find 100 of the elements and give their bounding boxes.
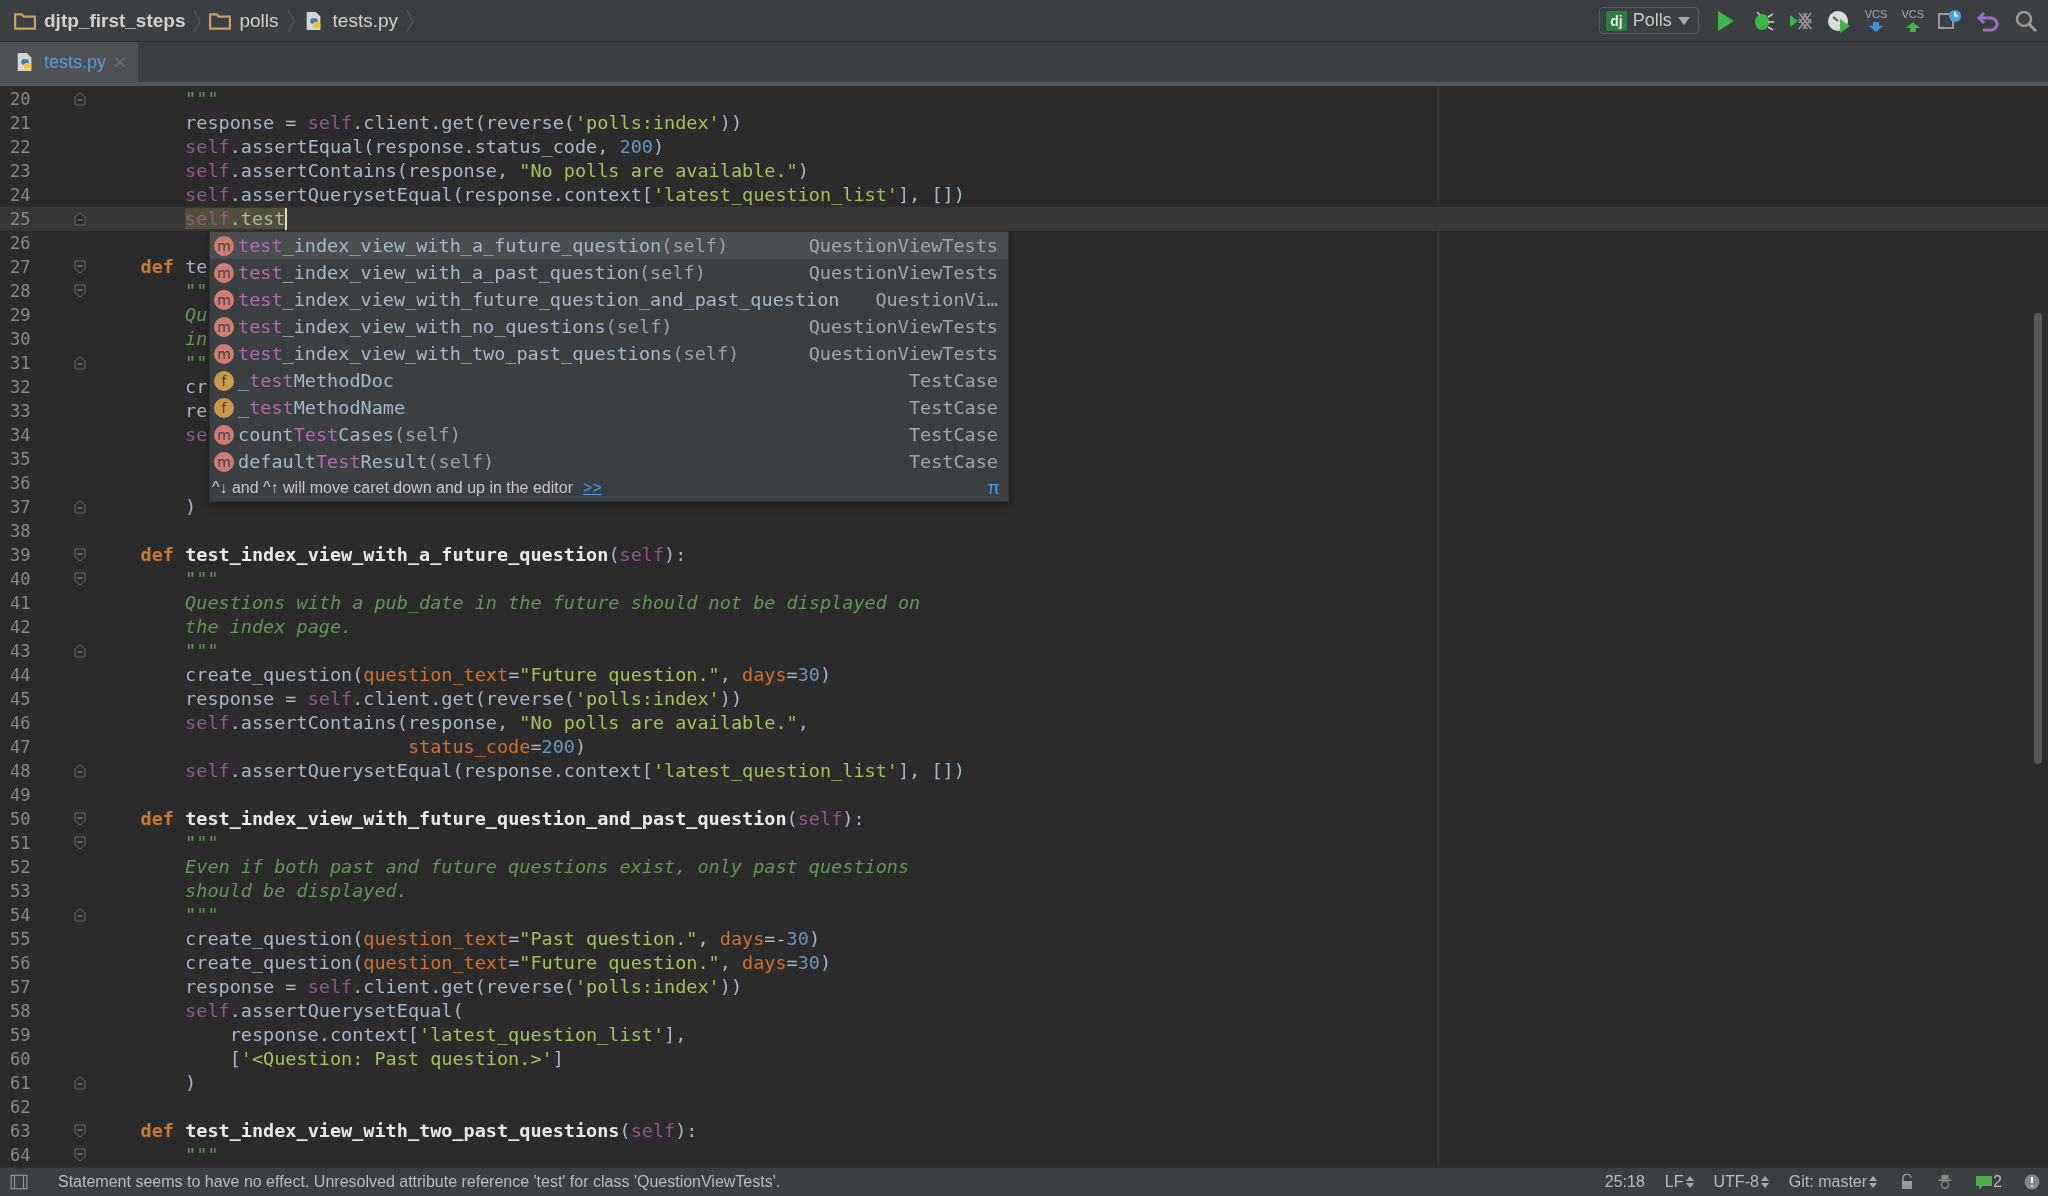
code-line: self.assertQuerysetEqual( <box>184 999 464 1023</box>
completion-item[interactable]: m test_index_view_with_a_past_question(self) QuestionViewTests <box>210 259 1008 286</box>
code-line: response.context['latest_question_list'], <box>228 1023 687 1047</box>
breadcrumb[interactable]: polls <box>239 9 279 32</box>
line-number: 25 <box>9 209 32 229</box>
run-configuration-dropdown[interactable]: dj Polls <box>1599 7 1699 34</box>
fold-marker-icon[interactable] <box>74 1148 86 1162</box>
line-number: 27 <box>9 257 32 277</box>
fold-marker-icon[interactable] <box>74 356 86 370</box>
down-arrow-icon <box>1869 22 1884 32</box>
up-down-icon <box>1685 1176 1694 1188</box>
chevron-icon <box>286 7 295 34</box>
fold-marker-icon[interactable] <box>74 284 86 298</box>
code-line: """ <box>184 87 219 111</box>
line-number: 39 <box>9 545 32 565</box>
code-line: """ <box>184 639 219 663</box>
code-line: def test_index_view_with_a_future_question(self): <box>139 543 687 567</box>
line-number: 31 <box>9 353 32 373</box>
line-number: 20 <box>9 89 32 109</box>
code-line: def test_index_view_with_future_question_and_past_question(self): <box>139 807 865 831</box>
line-number: 42 <box>9 617 32 637</box>
line-separator-selector[interactable]: LF <box>1664 1173 1694 1191</box>
folder-icon <box>14 10 36 31</box>
caret-icon <box>1677 16 1690 25</box>
completion-item[interactable]: m test_index_view_with_no_questions(self) QuestionViewTests <box>210 313 1008 340</box>
line-number: 34 <box>9 425 32 445</box>
completion-item[interactable]: f _testMethodName TestCase <box>210 394 1008 421</box>
line-number: 58 <box>9 1001 32 1021</box>
line-number: 54 <box>9 905 32 925</box>
line-number: 29 <box>9 305 32 325</box>
line-number: 26 <box>9 233 32 253</box>
pi-icon[interactable]: π <box>987 477 1000 499</box>
line-number: 43 <box>9 641 32 661</box>
line-number: 44 <box>9 665 32 685</box>
fold-marker-icon[interactable] <box>74 260 86 274</box>
up-down-icon <box>1760 1176 1769 1188</box>
line-number: 53 <box>9 881 32 901</box>
fold-marker-icon[interactable] <box>74 644 86 658</box>
completion-item[interactable]: m countTestCases(self) TestCase <box>210 421 1008 448</box>
fold-marker-icon[interactable] <box>74 836 86 850</box>
line-number: 49 <box>9 785 32 805</box>
panel-toggle-icon[interactable] <box>10 1174 28 1190</box>
code-line: re <box>184 399 208 423</box>
code-line: ) <box>184 1071 197 1095</box>
completion-item[interactable]: m test_index_view_with_future_question_and_past_question QuestionVi… <box>210 286 1008 313</box>
hint-text: ^↓ and ^↑ will move caret down and up in the editor <box>212 479 573 497</box>
line-number: 33 <box>9 401 32 421</box>
line-number: 41 <box>9 593 32 613</box>
line-number: 51 <box>9 833 32 853</box>
fold-marker-icon[interactable] <box>74 812 86 826</box>
vcs-update-button[interactable]: VCS <box>1864 9 1888 32</box>
line-number: 35 <box>9 449 32 469</box>
completion-item[interactable]: m defaultTestResult(self) TestCase <box>210 448 1008 475</box>
fold-marker-icon[interactable] <box>74 1124 86 1138</box>
up-down-icon <box>1869 1176 1878 1188</box>
fold-marker-icon[interactable] <box>74 1076 86 1090</box>
code-line: the index page. <box>184 615 353 639</box>
close-icon[interactable] <box>114 56 127 68</box>
code-line: self.assertQuerysetEqual(response.context['latest_question_list'], []) <box>184 183 965 207</box>
line-number: 57 <box>9 977 32 997</box>
fold-marker-icon[interactable] <box>74 548 86 562</box>
completion-item[interactable]: m test_index_view_with_two_past_questions(self) QuestionViewTests <box>210 340 1008 367</box>
more-link[interactable]: >> <box>583 479 602 497</box>
fold-marker-icon[interactable] <box>74 908 86 922</box>
fold-marker-icon[interactable] <box>74 500 86 514</box>
code-line: self.test <box>184 207 286 231</box>
line-number: 45 <box>9 689 32 709</box>
vcs-commit-button[interactable]: VCS <box>1901 9 1924 32</box>
git-branch-selector[interactable]: Git: master <box>1788 1173 1878 1191</box>
completion-item[interactable]: f _testMethodDoc TestCase <box>210 367 1008 394</box>
fold-marker-icon[interactable] <box>74 92 86 106</box>
text-caret <box>285 208 288 230</box>
fold-marker-icon[interactable] <box>74 212 86 226</box>
editor-tab[interactable]: tests.py <box>0 42 139 82</box>
code-line: should be displayed. <box>184 879 408 903</box>
scrollbar-thumb[interactable] <box>2034 313 2042 764</box>
caret-position[interactable]: 25:18 <box>1604 1173 1645 1191</box>
line-number: 61 <box>9 1073 32 1093</box>
code-line: response = self.client.get(reverse('polls:index')) <box>184 687 743 711</box>
search-icon[interactable] <box>2014 8 2038 33</box>
code-line: """ <box>184 567 219 591</box>
breadcrumb[interactable]: tests.py <box>332 9 399 32</box>
stopwatch-icon[interactable] <box>1826 8 1851 33</box>
line-number: 32 <box>9 377 32 397</box>
line-number: 36 <box>9 473 32 493</box>
tab-label[interactable]: tests.py <box>44 51 107 73</box>
fold-marker-icon[interactable] <box>74 572 86 586</box>
line-number: 37 <box>9 497 32 517</box>
code-line: self.assertContains(response, "No polls are available.") <box>184 159 809 183</box>
fold-marker-icon[interactable] <box>74 764 86 778</box>
completion-item[interactable]: m test_index_view_with_a_future_question(self) QuestionViewTests <box>210 232 1008 259</box>
project-breadcrumb[interactable]: djtp_first_steps <box>44 9 186 32</box>
encoding-selector[interactable]: UTF-8 <box>1713 1173 1769 1191</box>
line-number: 59 <box>9 1025 32 1045</box>
warning-icon[interactable] <box>2024 1174 2040 1190</box>
line-number: 30 <box>9 329 32 349</box>
chevron-icon <box>406 7 415 34</box>
line-number: 46 <box>9 713 32 733</box>
event-log-button[interactable]: 2 <box>1975 1173 2002 1191</box>
inspector-icon[interactable] <box>1937 1174 1954 1190</box>
